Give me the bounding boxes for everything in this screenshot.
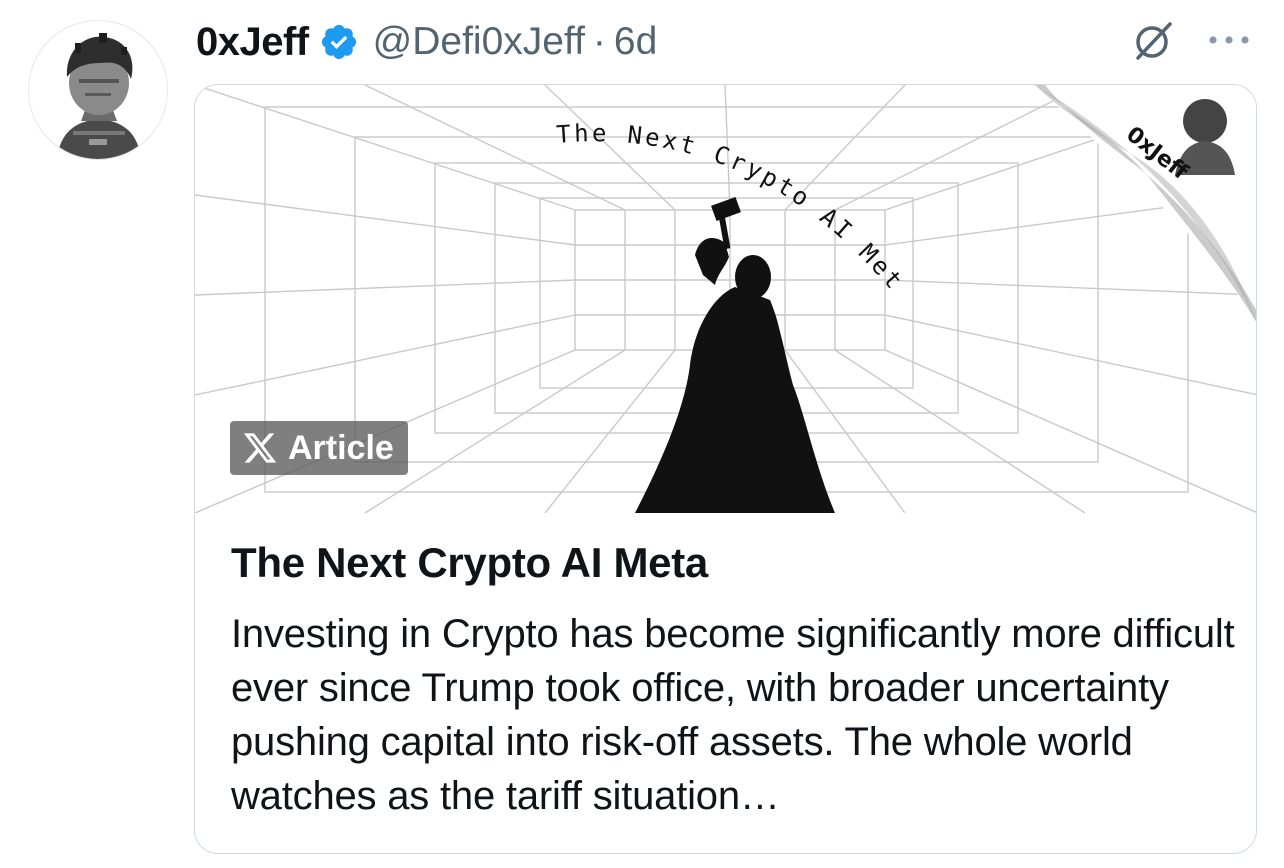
tweet-timestamp[interactable]: 6d	[614, 20, 657, 64]
article-badge: Article	[230, 421, 408, 475]
article-description: Investing in Crypto has become significa…	[231, 612, 1235, 818]
verified-badge-icon	[321, 24, 356, 60]
tweet-header: 0xJeff @Defi0xJeff · 6d	[196, 14, 657, 70]
grok-icon[interactable]	[1132, 20, 1174, 62]
author-avatar[interactable]	[28, 20, 168, 160]
meta-separator: ·	[592, 20, 606, 63]
article-cover-image: The Next Crypto AI Meta 0xJeff	[195, 85, 1256, 513]
author-name[interactable]: 0xJeff	[196, 20, 309, 65]
more-icon[interactable]	[1206, 28, 1252, 52]
article-badge-label: Article	[288, 428, 394, 467]
x-logo-icon	[243, 433, 277, 463]
article-card[interactable]: The Next Crypto AI Meta 0xJeff	[194, 84, 1257, 854]
author-handle[interactable]: @Defi0xJeff	[373, 20, 585, 64]
avatar-image	[29, 21, 167, 159]
article-title[interactable]: The Next Crypto AI Meta	[231, 539, 708, 587]
